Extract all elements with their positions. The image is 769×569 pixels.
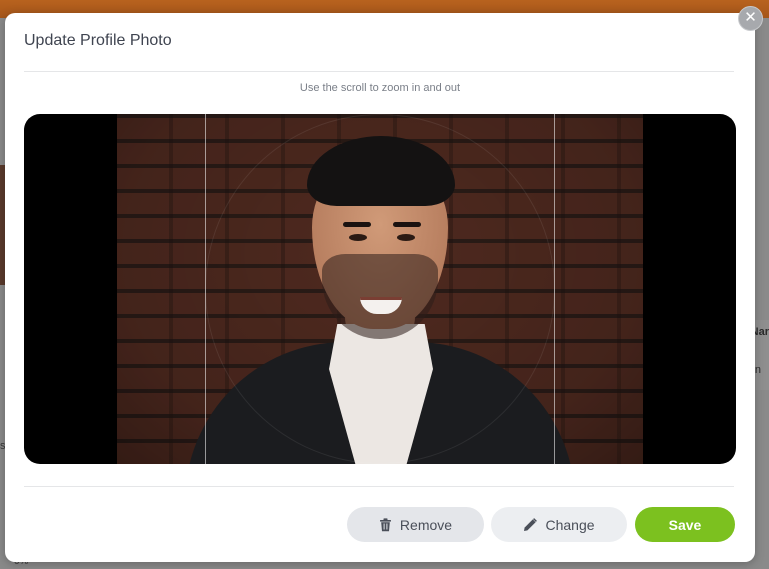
crop-circle[interactable] xyxy=(205,114,555,464)
update-profile-photo-modal: Update Profile Photo Use the scroll to z… xyxy=(5,13,755,562)
change-button-label: Change xyxy=(545,516,595,533)
crop-guide-left xyxy=(205,114,206,464)
background-text-right-2: n xyxy=(754,364,761,376)
change-button[interactable]: Change xyxy=(491,507,627,542)
remove-button-label: Remove xyxy=(399,516,453,533)
close-icon[interactable]: ✕ xyxy=(738,6,763,31)
footer-divider xyxy=(24,486,734,487)
trash-icon xyxy=(379,517,392,532)
photo-crop-area[interactable] xyxy=(24,114,736,464)
save-button[interactable]: Save xyxy=(635,507,735,542)
zoom-hint: Use the scroll to zoom in and out xyxy=(299,82,461,94)
header-divider xyxy=(24,71,734,72)
crop-guide-right xyxy=(554,114,555,464)
pencil-icon xyxy=(523,517,538,532)
remove-button[interactable]: Remove xyxy=(347,507,484,542)
modal-title: Update Profile Photo xyxy=(24,32,172,49)
